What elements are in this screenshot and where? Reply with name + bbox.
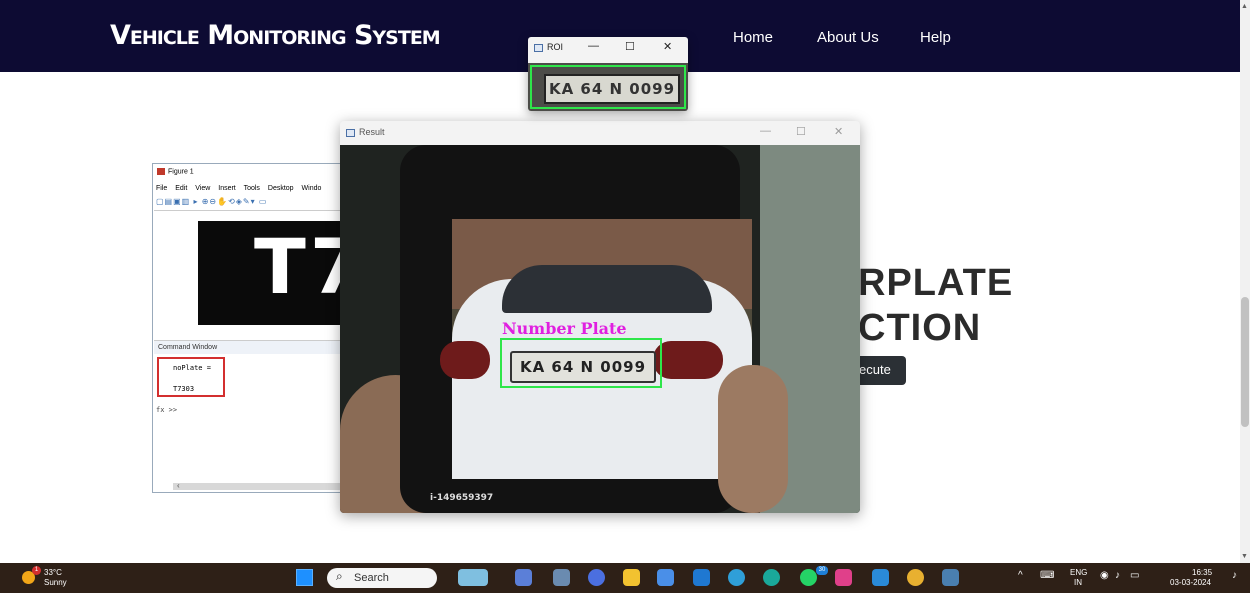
result-window[interactable]: Result — ☐ ✕ Number Plate KA 64 N 0099 i… [340, 121, 860, 513]
menu-tools[interactable]: Tools [244, 185, 260, 192]
command-value: T7303 [173, 385, 195, 393]
roi-window-title: ROI [534, 42, 563, 52]
figure-menubar: File Edit View Insert Tools Desktop Wind… [156, 185, 327, 192]
chevron-up-icon[interactable]: ^ [1018, 570, 1023, 581]
start-icon[interactable] [296, 569, 313, 586]
camera-frame: Number Plate KA 64 N 0099 i-149659397 [340, 145, 860, 513]
menu-window[interactable]: Windo [302, 185, 322, 192]
frame-caption: i-149659397 [430, 493, 494, 503]
menu-edit[interactable]: Edit [175, 185, 187, 192]
plate-characters: T7 [254, 222, 348, 311]
clock-time[interactable]: 16:35 [1192, 568, 1212, 577]
close-button[interactable]: ✕ [663, 40, 672, 53]
matlab-figure-window[interactable]: Figure 1 File Edit View Insert Tools Des… [152, 163, 352, 493]
file-explorer-icon[interactable] [623, 569, 640, 586]
language-bottom[interactable]: IN [1074, 578, 1082, 587]
tail-light-right [653, 341, 723, 379]
detection-label: Number Plate [502, 319, 627, 338]
scroll-up-icon[interactable]: ▲ [1241, 3, 1248, 10]
minimize-button[interactable]: — [588, 40, 599, 52]
command-output-highlight: noPlate = T7303 [157, 357, 225, 397]
store-icon[interactable] [657, 569, 674, 586]
car-rear-window [502, 265, 712, 313]
vscode-icon[interactable] [872, 569, 889, 586]
gallery-icon[interactable] [835, 569, 852, 586]
roi-window[interactable]: ROI — ☐ ✕ KA 64 N 0099 [528, 37, 688, 111]
figure-title: Figure 1 [157, 168, 194, 175]
maximize-button[interactable]: ☐ [625, 40, 635, 53]
nav-help-link[interactable]: Help [920, 29, 951, 46]
python-icon[interactable] [942, 569, 959, 586]
roi-plate: KA 64 N 0099 [544, 74, 680, 104]
volume-icon[interactable]: ♪ [1115, 570, 1120, 581]
copilot-icon[interactable] [458, 569, 488, 586]
weather-badge: 1 [32, 566, 41, 575]
menu-view[interactable]: View [195, 185, 210, 192]
weather-temperature[interactable]: 33°C [44, 568, 62, 577]
weather-condition[interactable]: Sunny [44, 578, 67, 587]
meet-icon[interactable] [588, 569, 605, 586]
window-icon [534, 43, 543, 52]
clock-date[interactable]: 03-03-2024 [1170, 578, 1211, 587]
search-icon[interactable]: ⌕ [336, 569, 343, 584]
figure-toolbar[interactable]: ▢▤▣▥ ▸ ⊕⊖✋⟲◈✎▾ ▭ [156, 197, 267, 206]
page-scroll-thumb[interactable] [1241, 297, 1249, 427]
command-hscroll[interactable] [173, 483, 351, 490]
keyboard-icon[interactable]: ⌨ [1040, 570, 1054, 581]
brand-logo[interactable]: Vehicle Monitoring System [110, 20, 441, 51]
nav-home-link[interactable]: Home [733, 29, 773, 46]
search-placeholder[interactable]: Search [354, 572, 389, 584]
close-button[interactable]: ✕ [834, 125, 843, 138]
command-window-title: Command Window [154, 340, 352, 354]
window-icon [346, 128, 355, 137]
command-prompt[interactable]: fx >> [156, 406, 177, 414]
whatsapp-badge: 30 [816, 566, 828, 575]
binary-plate-image: T7 [198, 221, 348, 325]
detected-plate: KA 64 N 0099 [510, 351, 656, 383]
hero-title-line1: RPLATE [858, 262, 1014, 304]
nav-about-link[interactable]: About Us [817, 29, 879, 46]
hero-title-line2: CTION [858, 307, 982, 349]
wifi-icon[interactable]: ◉ [1100, 570, 1109, 581]
teams-icon[interactable] [515, 569, 532, 586]
menu-insert[interactable]: Insert [218, 185, 236, 192]
chrome-icon[interactable] [907, 569, 924, 586]
scroll-left-icon[interactable]: ‹ [177, 481, 180, 490]
menu-desktop[interactable]: Desktop [268, 185, 294, 192]
roi-image: KA 64 N 0099 [528, 63, 688, 111]
scroll-down-icon[interactable]: ▼ [1241, 553, 1248, 560]
result-window-title: Result [346, 127, 385, 137]
desktop: Vehicle Monitoring System Home About Us … [0, 0, 1250, 593]
command-variable: noPlate = [173, 364, 211, 372]
hand-right [718, 365, 788, 513]
battery-icon[interactable]: ▭ [1130, 570, 1139, 581]
mail-icon[interactable] [693, 569, 710, 586]
files-icon[interactable] [553, 569, 570, 586]
photos-icon[interactable] [763, 569, 780, 586]
page-scrollbar[interactable] [1240, 0, 1250, 563]
notification-bell-icon[interactable]: ♪ [1232, 570, 1237, 581]
minimize-button[interactable]: — [760, 125, 771, 137]
tail-light-left [440, 341, 490, 379]
maximize-button[interactable]: ☐ [796, 125, 806, 138]
whatsapp-icon[interactable] [800, 569, 817, 586]
menu-file[interactable]: File [156, 185, 167, 192]
matlab-icon [157, 168, 165, 175]
figure-canvas: T7 [154, 210, 352, 338]
chrome-edge-icon[interactable] [728, 569, 745, 586]
language-top[interactable]: ENG [1070, 568, 1087, 577]
